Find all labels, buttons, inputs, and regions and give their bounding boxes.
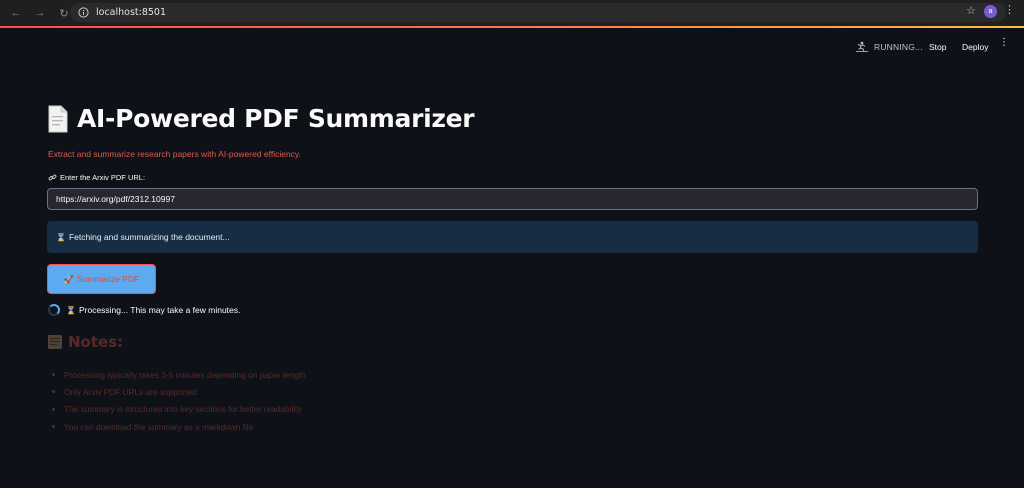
- summarize-pdf-button[interactable]: 🚀 Summarize PDF: [47, 264, 156, 294]
- note-text: The summary is structured into key secti…: [64, 404, 302, 415]
- list-item: Only Arxiv PDF URLs are supported: [52, 383, 306, 400]
- spinner-icon: [48, 304, 60, 316]
- notes-title: Notes:: [68, 333, 124, 351]
- rocket-icon: 🚀: [63, 274, 74, 284]
- notes-heading: Notes:: [47, 333, 123, 351]
- bookmark-star-icon[interactable]: ☆: [966, 4, 976, 17]
- deploy-button[interactable]: Deploy: [962, 42, 988, 52]
- running-label: RUNNING...: [874, 41, 923, 52]
- browser-menu-icon[interactable]: ⋮: [1004, 5, 1015, 16]
- page-subtitle: Extract and summarize research papers wi…: [48, 149, 301, 159]
- processing-indicator: ⌛ Processing... This may take a few minu…: [48, 304, 240, 316]
- url-text: localhost:8501: [96, 7, 167, 18]
- list-item: Processing typically takes 3-5 minutes d…: [52, 366, 306, 383]
- note-text: Only Arxiv PDF URLs are supported: [64, 386, 197, 397]
- profile-avatar[interactable]: a: [984, 5, 997, 18]
- running-status: RUNNING...: [855, 41, 923, 52]
- url-input-label: Enter the Arxiv PDF URL:: [48, 173, 145, 182]
- stop-button[interactable]: Stop: [929, 42, 947, 52]
- note-text: You can download the summary as a markdo…: [64, 421, 254, 432]
- page-title: AI-Powered PDF Summarizer: [77, 104, 475, 133]
- app-header: RUNNING... Stop Deploy ⋮: [0, 28, 1024, 68]
- page-title-row: AI-Powered PDF Summarizer: [47, 104, 475, 133]
- forward-icon[interactable]: →: [30, 3, 50, 23]
- info-message: Fetching and summarizing the document...: [68, 232, 230, 242]
- notepad-icon: [48, 335, 62, 349]
- browser-toolbar: ← → ↻ localhost:8501 ☆ a ⋮: [0, 0, 1024, 26]
- address-bar[interactable]: localhost:8501: [70, 3, 1006, 22]
- running-man-icon: [856, 41, 868, 52]
- list-item: The summary is structured into key secti…: [52, 401, 306, 418]
- document-icon: [48, 105, 68, 132]
- link-icon: [48, 174, 57, 181]
- summarize-button-label: Summarize PDF: [76, 274, 140, 284]
- pdf-url-input[interactable]: [47, 188, 978, 210]
- url-input-label-text: Enter the Arxiv PDF URL:: [60, 173, 146, 182]
- processing-text: Processing... This may take a few minute…: [78, 305, 241, 315]
- bullet: [52, 407, 55, 411]
- hourglass-icon: ⌛: [56, 232, 66, 242]
- notes-list: Processing typically takes 3-5 minutes d…: [52, 366, 306, 435]
- main-menu-icon[interactable]: ⋮: [999, 38, 1009, 48]
- status-info-box: ⌛ Fetching and summarizing the document.…: [47, 221, 978, 253]
- back-icon[interactable]: ←: [6, 3, 26, 23]
- hourglass-icon: ⌛: [66, 305, 76, 315]
- site-info-icon[interactable]: [76, 6, 90, 20]
- bullet: [52, 390, 55, 394]
- bullet: [52, 373, 55, 377]
- note-text: Processing typically takes 3-5 minutes d…: [64, 369, 306, 380]
- list-item: You can download the summary as a markdo…: [52, 418, 306, 435]
- bullet: [52, 425, 55, 429]
